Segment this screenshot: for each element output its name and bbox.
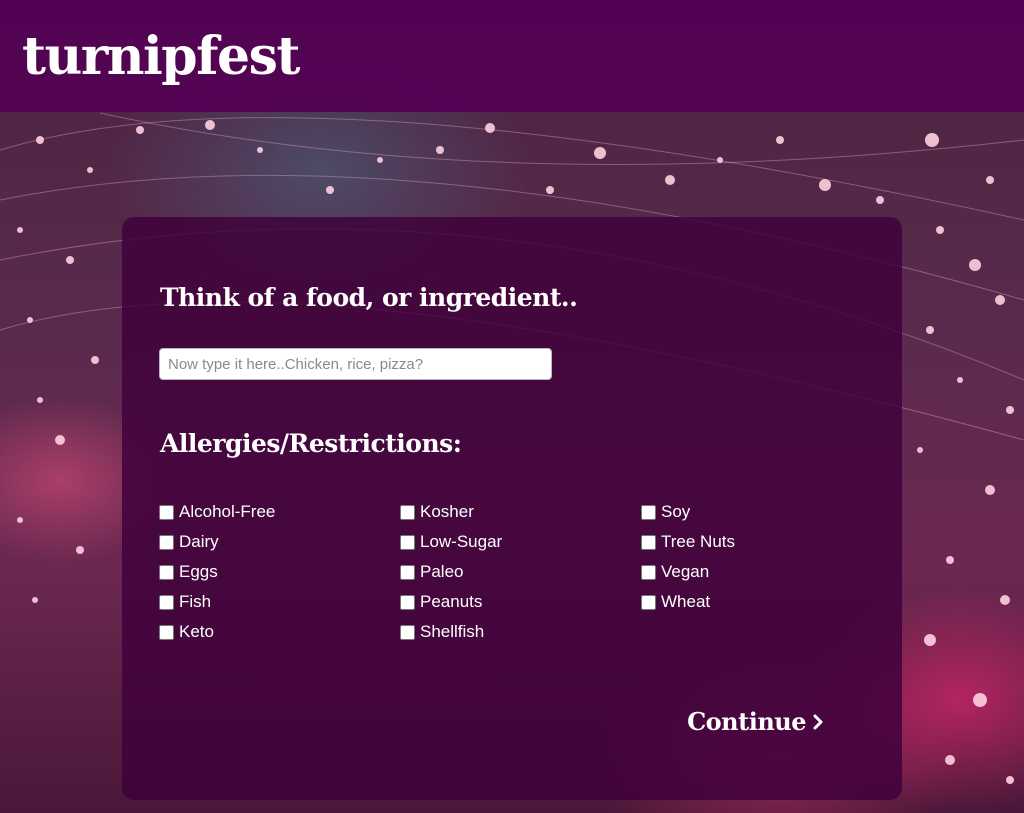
checkbox[interactable]: [400, 534, 415, 550]
site-logo[interactable]: turnipfest: [22, 22, 300, 92]
option-label: Tree Nuts: [661, 532, 736, 551]
allergy-option-dairy[interactable]: Dairy: [159, 527, 399, 557]
checkbox[interactable]: [400, 564, 415, 580]
continue-label: Continue: [687, 707, 806, 736]
checkbox[interactable]: [159, 564, 174, 580]
allergy-option-kosher[interactable]: Kosher: [400, 497, 640, 527]
allergy-options: Alcohol-Free Dairy Eggs Fish Keto Kosher…: [159, 497, 879, 647]
checkbox[interactable]: [159, 594, 174, 610]
allergy-option-keto[interactable]: Keto: [159, 617, 399, 647]
allergy-option-low-sugar[interactable]: Low-Sugar: [400, 527, 640, 557]
option-label: Dairy: [179, 532, 219, 551]
allergy-option-wheat[interactable]: Wheat: [641, 587, 881, 617]
checkbox[interactable]: [159, 624, 174, 640]
allergy-option-peanuts[interactable]: Peanuts: [400, 587, 640, 617]
allergies-heading: Allergies/Restrictions:: [160, 429, 462, 458]
food-search-input[interactable]: [159, 348, 552, 380]
food-prompt-heading: Think of a food, or ingredient..: [160, 283, 578, 312]
search-panel: Think of a food, or ingredient.. Allergi…: [122, 217, 902, 800]
option-label: Eggs: [179, 562, 218, 581]
option-label: Kosher: [420, 502, 474, 521]
checkbox[interactable]: [400, 594, 415, 610]
allergy-option-shellfish[interactable]: Shellfish: [400, 617, 640, 647]
allergy-option-vegan[interactable]: Vegan: [641, 557, 881, 587]
option-label: Fish: [179, 592, 212, 611]
option-label: Shellfish: [420, 622, 485, 641]
checkbox[interactable]: [159, 504, 174, 520]
checkbox[interactable]: [641, 564, 656, 580]
checkbox[interactable]: [400, 504, 415, 520]
checkbox[interactable]: [400, 624, 415, 640]
checkbox[interactable]: [641, 504, 656, 520]
option-label: Peanuts: [420, 592, 483, 611]
option-label: Vegan: [661, 562, 710, 581]
checkbox[interactable]: [641, 534, 656, 550]
option-label: Alcohol-Free: [179, 502, 276, 521]
chevron-right-icon: [813, 714, 823, 729]
option-label: Wheat: [661, 592, 711, 611]
option-label: Paleo: [420, 562, 464, 581]
checkbox[interactable]: [641, 594, 656, 610]
allergy-option-soy[interactable]: Soy: [641, 497, 881, 527]
allergy-option-tree-nuts[interactable]: Tree Nuts: [641, 527, 881, 557]
checkbox[interactable]: [159, 534, 174, 550]
allergy-column-2: Kosher Low-Sugar Paleo Peanuts Shellfish: [400, 497, 640, 647]
allergy-column-1: Alcohol-Free Dairy Eggs Fish Keto: [159, 497, 399, 647]
option-label: Soy: [661, 502, 691, 521]
option-label: Keto: [179, 622, 214, 641]
allergy-column-3: Soy Tree Nuts Vegan Wheat: [641, 497, 881, 617]
allergy-option-eggs[interactable]: Eggs: [159, 557, 399, 587]
allergy-option-alcohol-free[interactable]: Alcohol-Free: [159, 497, 399, 527]
allergy-option-fish[interactable]: Fish: [159, 587, 399, 617]
site-header: turnipfest: [0, 0, 1024, 112]
allergy-option-paleo[interactable]: Paleo: [400, 557, 640, 587]
option-label: Low-Sugar: [420, 532, 503, 551]
continue-button[interactable]: Continue: [687, 707, 824, 736]
